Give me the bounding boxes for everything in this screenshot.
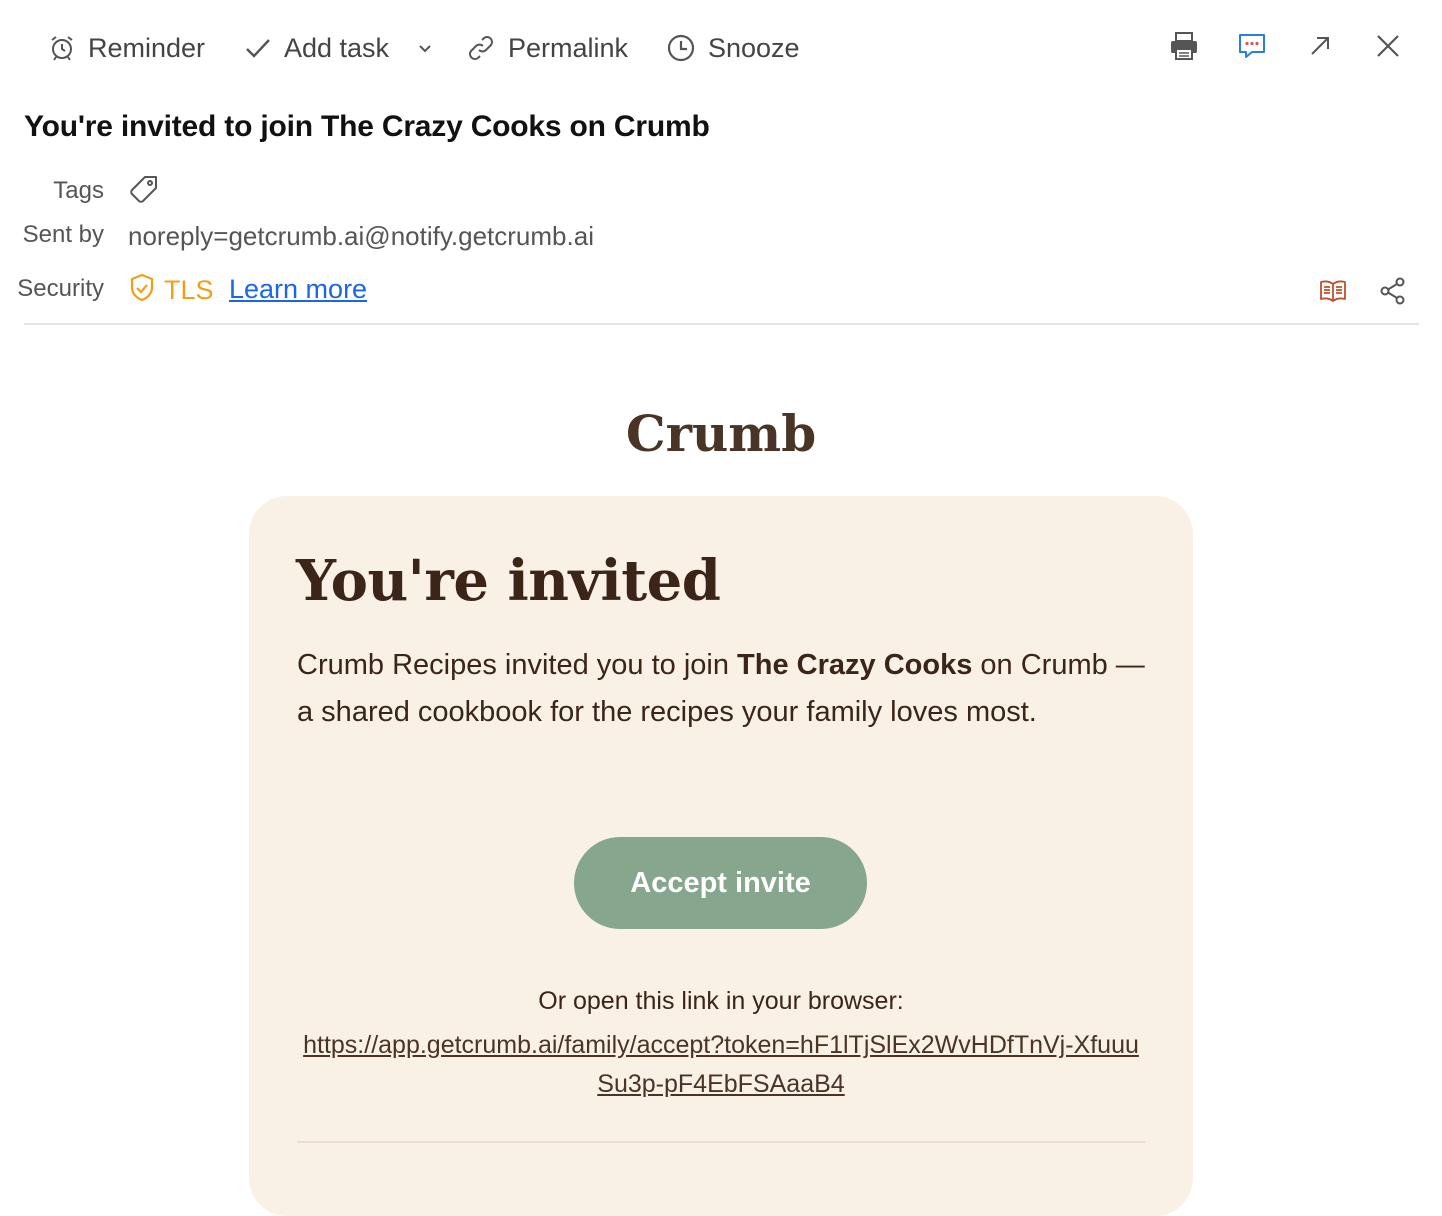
close-icon (1375, 33, 1401, 64)
tag-icon (128, 176, 160, 212)
book-icon (1318, 280, 1348, 310)
invite-title: You're invited (296, 548, 721, 614)
permalink-label: Permalink (508, 32, 629, 63)
print-icon (1168, 30, 1200, 67)
permalink-button[interactable]: Permalink (466, 28, 628, 68)
header-divider (24, 323, 1419, 325)
invite-link[interactable]: https://app.getcrumb.ai/family/accept?to… (297, 1026, 1145, 1104)
add-task-label: Add task (284, 32, 390, 63)
reminder-button[interactable]: Reminder (48, 28, 205, 68)
reminder-label: Reminder (88, 32, 206, 63)
popout-button[interactable] (1302, 30, 1338, 66)
tls-label: TLS (164, 275, 214, 305)
sent-by-label: Sent by (22, 221, 104, 248)
security-label: Security (17, 275, 104, 302)
chat-icon (1236, 30, 1268, 67)
add-task-button[interactable]: Add task (244, 28, 389, 68)
accept-invite-button[interactable]: Accept invite (574, 837, 867, 929)
tls-badge: TLS (128, 273, 214, 308)
add-task-dropdown[interactable] (416, 28, 434, 68)
share-button[interactable] (1378, 276, 1408, 311)
share-icon (1378, 277, 1408, 310)
popout-icon (1307, 33, 1333, 64)
shield-icon (128, 273, 156, 308)
open-link-hint: Or open this link in your browser: (538, 987, 904, 1015)
clock-icon (666, 33, 696, 63)
invite-message: Crumb Recipes invited you to join The Cr… (297, 642, 1147, 736)
card-divider (297, 1141, 1145, 1143)
toolbar: Reminder Add task Permalink Snooze (0, 0, 1442, 98)
snooze-button[interactable]: Snooze (666, 28, 800, 68)
alarm-clock-icon (48, 34, 76, 62)
close-button[interactable] (1370, 30, 1406, 66)
tags-label: Tags (53, 177, 104, 204)
snooze-label: Snooze (708, 32, 800, 63)
chat-button[interactable] (1234, 30, 1270, 66)
message-text-pre: Crumb Recipes invited you to join (297, 649, 738, 681)
family-name: The Crazy Cooks (737, 649, 973, 681)
invite-card: You're invited Crumb Recipes invited you… (249, 496, 1193, 1216)
print-button[interactable] (1166, 30, 1202, 66)
chevron-down-icon (416, 39, 434, 57)
add-tag-button[interactable] (128, 174, 160, 213)
checkmark-icon (244, 34, 272, 62)
email-subject: You're invited to join The Crazy Cooks o… (24, 110, 710, 143)
brand-logo: Crumb (625, 404, 817, 463)
link-icon (466, 33, 496, 63)
reader-view-button[interactable] (1318, 276, 1348, 311)
sender-address: noreply=getcrumb.ai@notify.getcrumb.ai (128, 221, 594, 251)
learn-more-link[interactable]: Learn more (229, 274, 367, 305)
